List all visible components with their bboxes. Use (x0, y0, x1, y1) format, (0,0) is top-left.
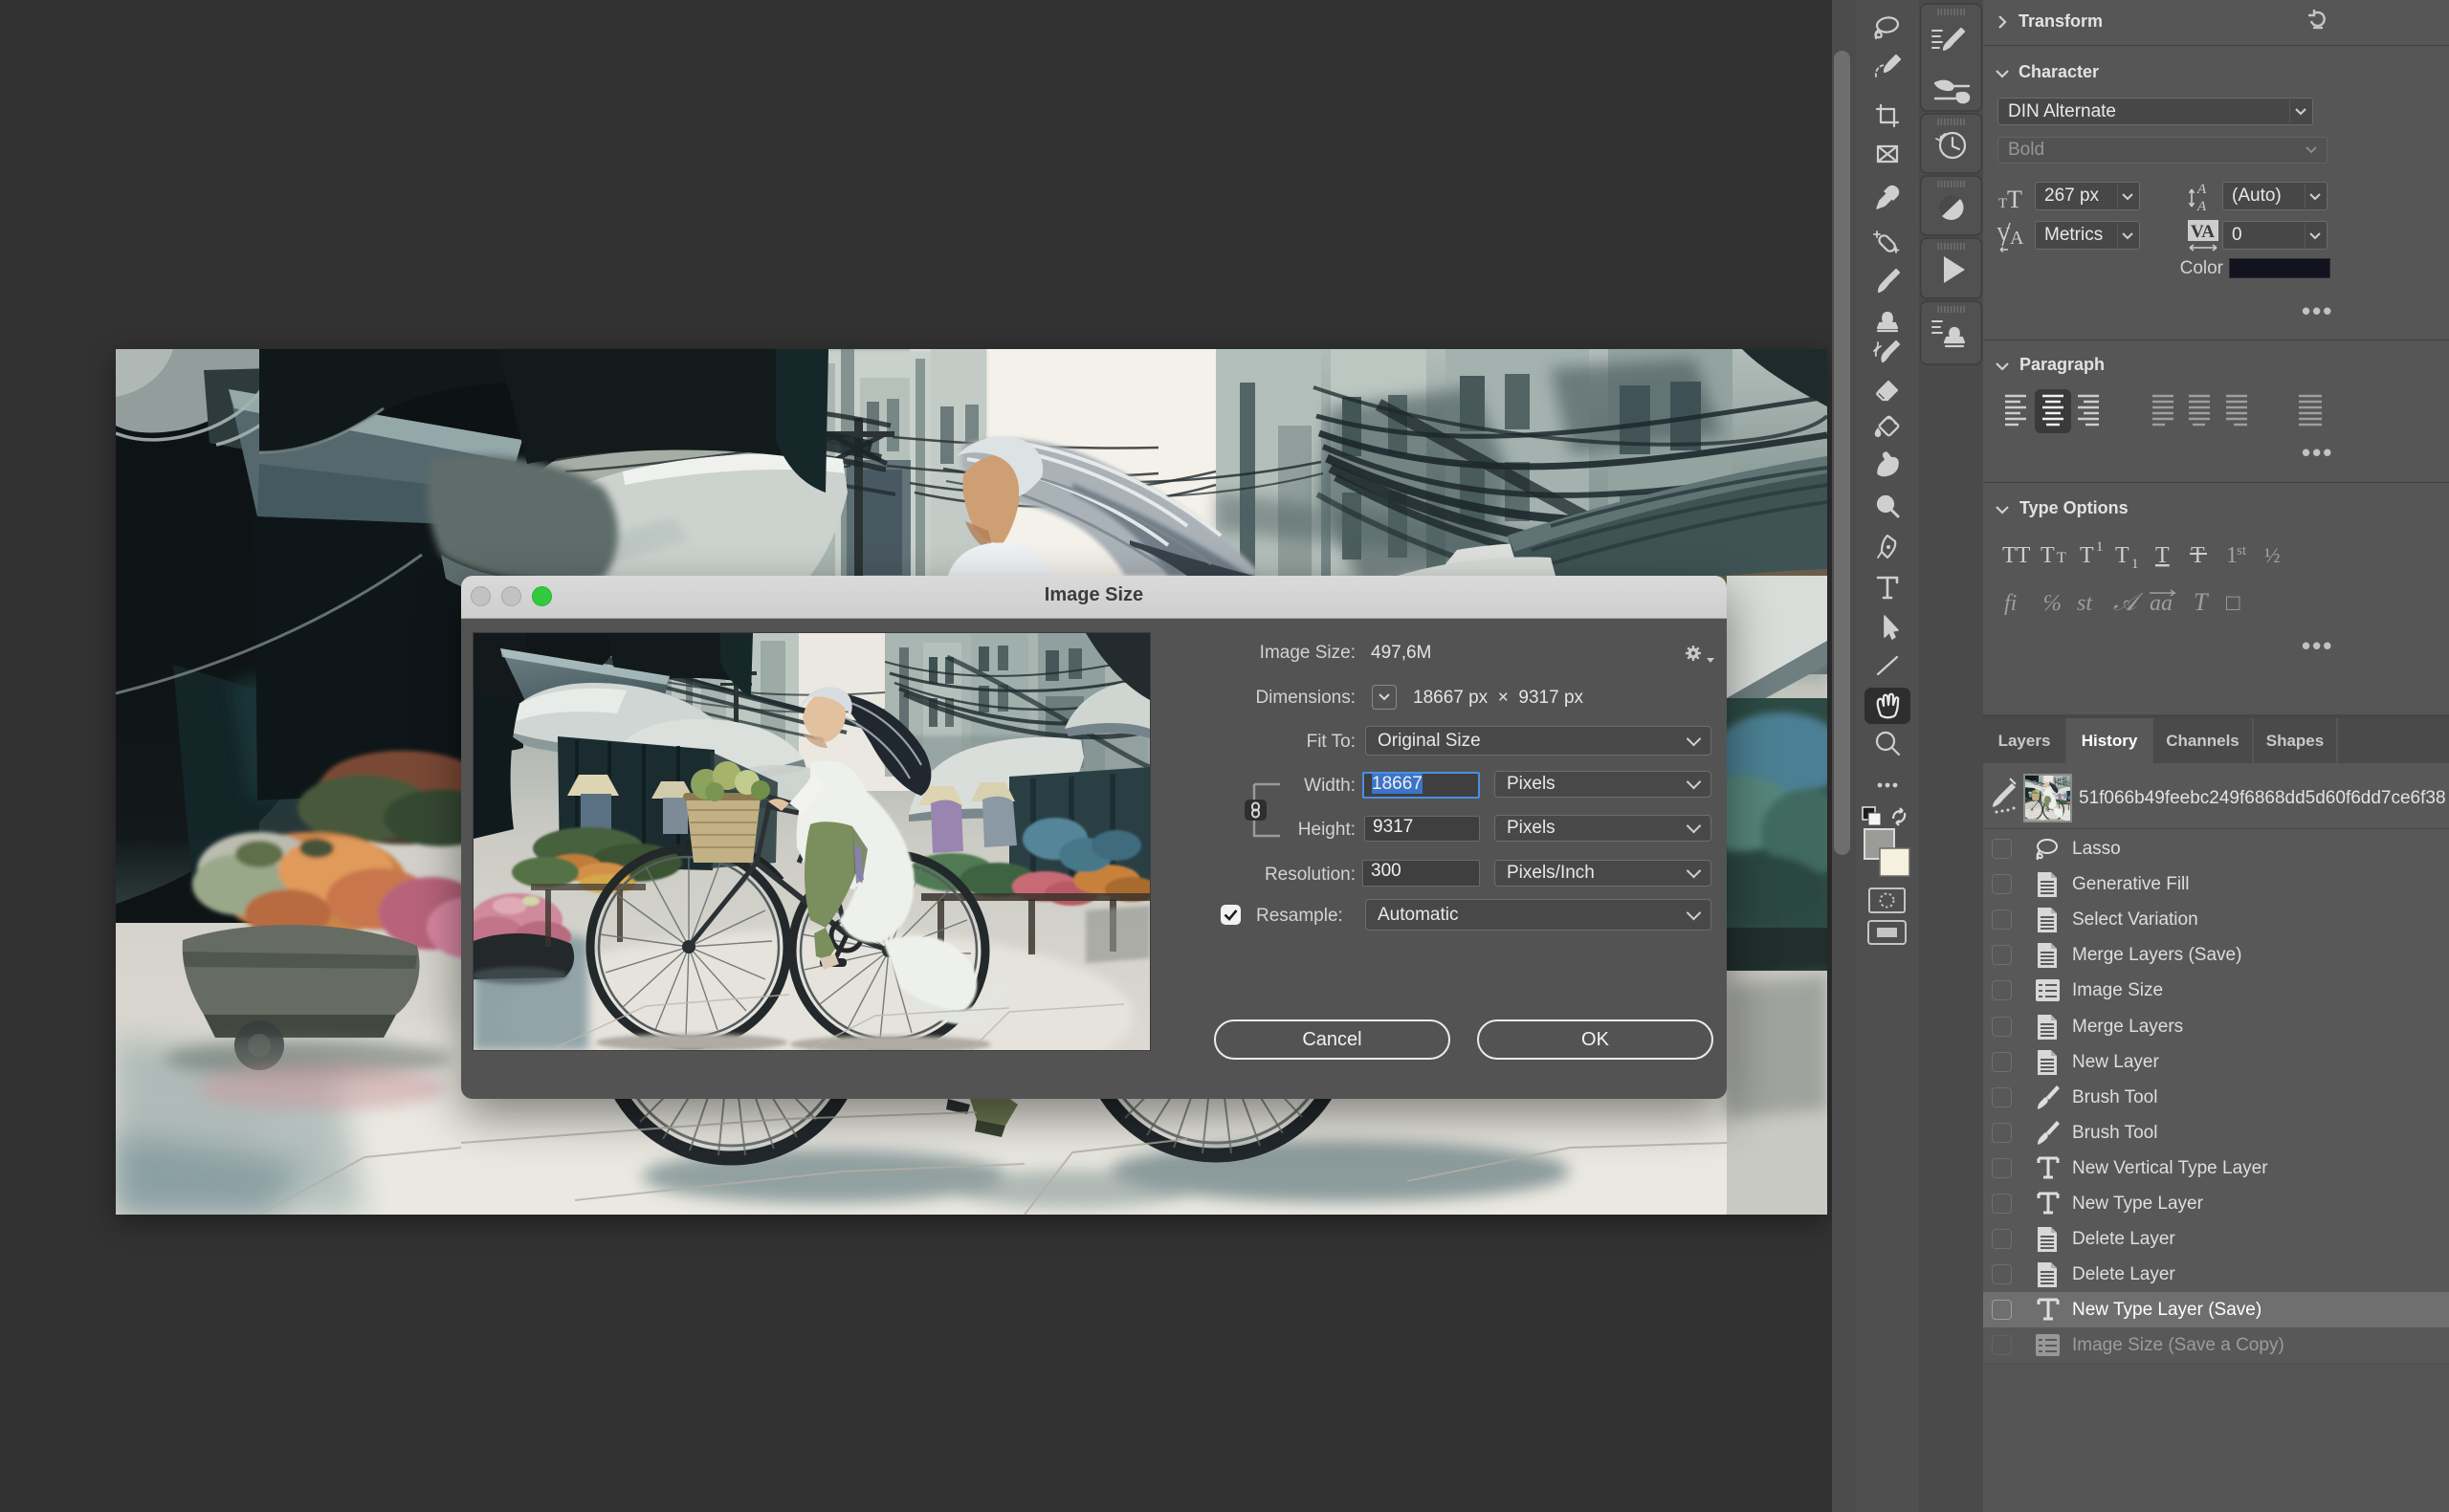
svg-text:st: st (2237, 543, 2247, 559)
svg-text:TT: TT (2002, 543, 2031, 568)
svg-text:T: T (2191, 543, 2205, 568)
svg-text:fi: fi (2004, 591, 2017, 616)
svg-text:T: T (2115, 543, 2129, 568)
svg-text:A: A (2010, 228, 2024, 249)
svg-text:𝒜: 𝒜 (2113, 588, 2144, 616)
svg-text:1: 1 (2096, 539, 2104, 555)
svg-text:T: T (2080, 543, 2094, 568)
svg-text:1: 1 (2131, 557, 2139, 572)
svg-text:½: ½ (2264, 543, 2281, 567)
svg-text:T: T (2155, 543, 2170, 568)
svg-text:aa: aa (2150, 591, 2173, 616)
svg-text:st: st (2077, 591, 2093, 616)
svg-text:T: T (2194, 588, 2209, 616)
svg-text:T: T (1998, 196, 2007, 209)
svg-text:VA: VA (2191, 222, 2215, 242)
svg-text:A: A (2196, 182, 2207, 197)
svg-text:℅: ℅ (2042, 591, 2062, 616)
svg-text:T: T (2057, 550, 2066, 566)
svg-text:A: A (2196, 199, 2207, 214)
svg-text:T: T (2041, 543, 2055, 568)
svg-text:□: □ (2226, 591, 2240, 616)
svg-text:T: T (2007, 186, 2022, 209)
